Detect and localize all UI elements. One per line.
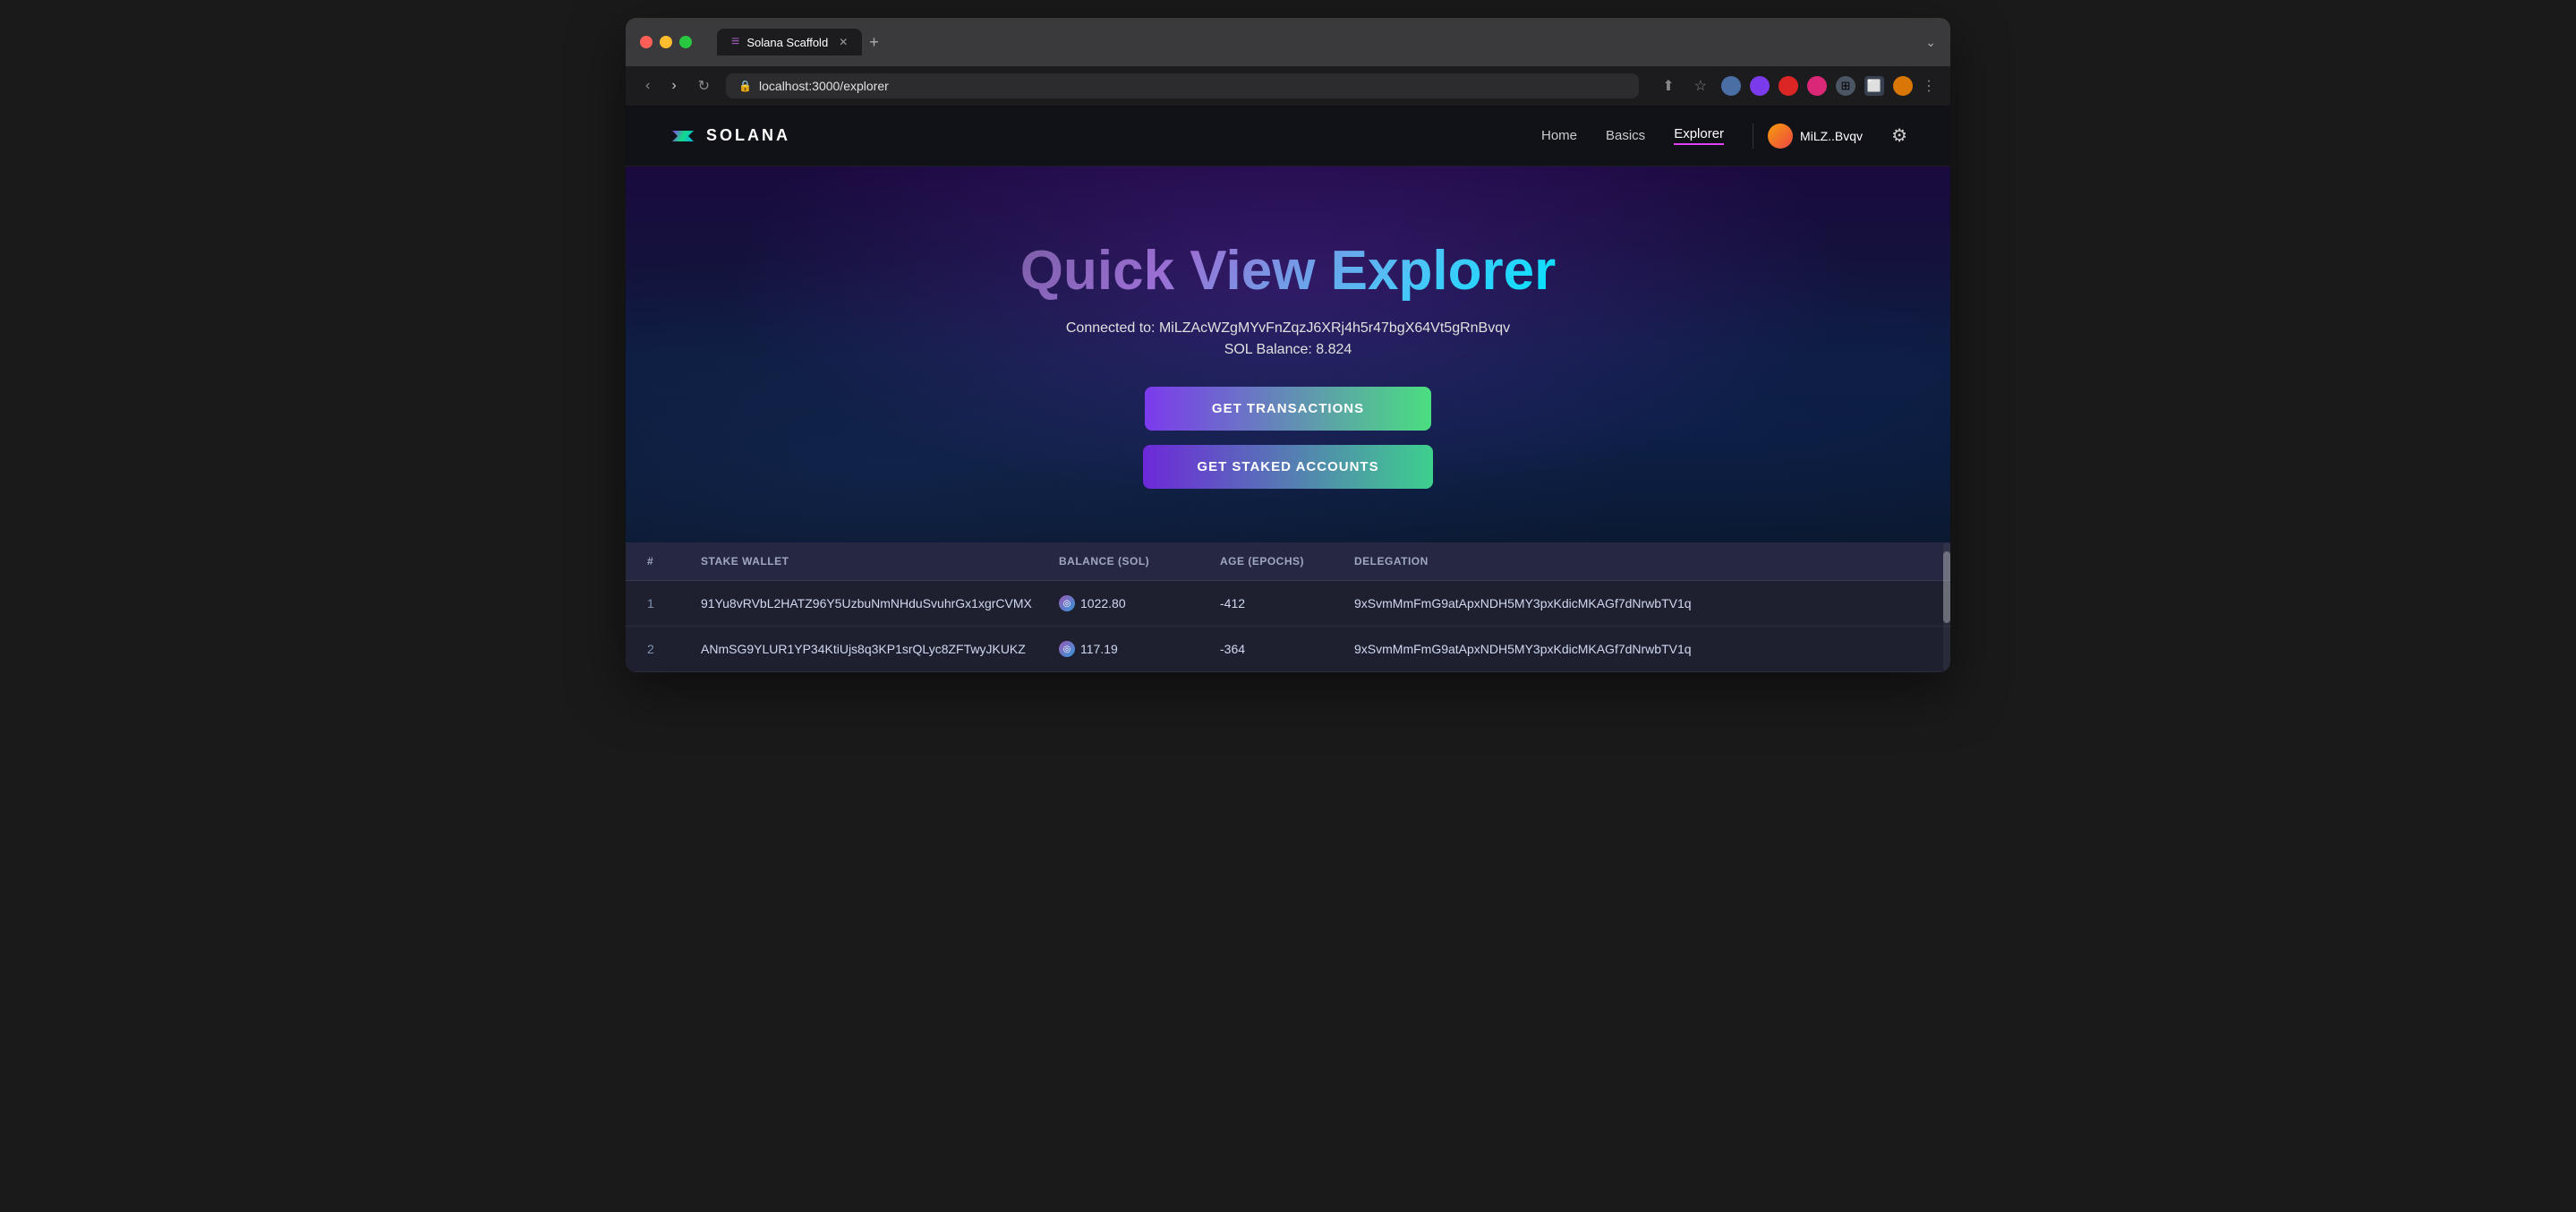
forward-button[interactable]: › (666, 74, 681, 98)
nav-basics[interactable]: Basics (1606, 128, 1645, 143)
balance-icon-1: ◎ (1059, 595, 1075, 611)
table-header: # STAKE WALLET BALANCE (SOL) AGE (EPOCHS… (626, 542, 1950, 581)
extension-icon-pink[interactable] (1807, 76, 1827, 96)
app-content: SOLANA Home Basics Explorer MiLZ..Bvqv ⚙… (626, 106, 1950, 672)
close-button[interactable] (640, 36, 653, 48)
row1-age: -412 (1220, 596, 1354, 610)
col-header-age: AGE (EPOCHS) (1220, 555, 1354, 568)
solana-brand-text: SOLANA (706, 126, 790, 145)
reload-button[interactable]: ↻ (693, 73, 715, 98)
row2-num: 2 (647, 642, 701, 656)
table-wrapper: # STAKE WALLET BALANCE (SOL) AGE (EPOCHS… (626, 542, 1950, 672)
more-options-icon[interactable]: ⋮ (1922, 77, 1936, 95)
table-row: 2 ANmSG9YLUR1YP34KtiUjs8q3KP1srQLyc8ZFTw… (626, 627, 1950, 672)
browser-actions: ⬆ ☆ ⊞ ⬜ ⋮ (1657, 73, 1936, 98)
row2-age: -364 (1220, 642, 1354, 656)
settings-icon[interactable]: ⚙ (1891, 124, 1907, 147)
solana-logo-icon (669, 122, 697, 150)
row2-balance-value: 117.19 (1080, 642, 1118, 656)
wallet-avatar (1768, 124, 1793, 149)
row2-delegation: 9xSvmMmFmG9atApxNDH5MY3pxKdicMKAGf7dNrwb… (1354, 642, 1929, 656)
nav-wallet: MiLZ..Bvqv (1753, 124, 1877, 149)
row2-balance: ◎ 117.19 (1059, 641, 1220, 657)
wallet-address-label: MiLZ..Bvqv (1800, 129, 1863, 143)
scrollbar-track[interactable] (1943, 542, 1950, 672)
tab-favicon: ≡ (731, 34, 739, 50)
data-table: # STAKE WALLET BALANCE (SOL) AGE (EPOCHS… (626, 542, 1950, 672)
security-icon: 🔒 (738, 80, 752, 92)
nav-links: Home Basics Explorer (1541, 126, 1724, 145)
tab-close-icon[interactable]: ✕ (839, 36, 848, 48)
connected-address: Connected to: MiLZAcWZgMYvFnZqzJ6XRj4h5r… (1066, 320, 1510, 337)
col-header-wallet: STAKE WALLET (701, 555, 1059, 568)
row1-wallet: 91Yu8vRVbL2HATZ96Y5UzbuNmNHduSvuhrGx1xgr… (701, 596, 1059, 610)
tab-bar: ≡ Solana Scaffold ✕ + (717, 29, 1915, 55)
active-tab[interactable]: ≡ Solana Scaffold ✕ (717, 29, 862, 55)
hero-title: Quick View Explorer (1020, 239, 1556, 303)
get-transactions-button[interactable]: GET TRANSACTIONS (1145, 387, 1431, 431)
new-tab-button[interactable]: + (869, 33, 879, 52)
url-display: localhost:3000/explorer (759, 79, 889, 93)
app-nav: SOLANA Home Basics Explorer MiLZ..Bvqv ⚙ (626, 106, 1950, 166)
extension-icon-red[interactable] (1778, 76, 1798, 96)
extension-icon-blue[interactable] (1721, 76, 1741, 96)
row1-num: 1 (647, 596, 701, 610)
row1-delegation: 9xSvmMmFmG9atApxNDH5MY3pxKdicMKAGf7dNrwb… (1354, 596, 1929, 610)
nav-home[interactable]: Home (1541, 128, 1577, 143)
extension-icon-sq[interactable]: ⬜ (1864, 76, 1884, 96)
row1-balance: ◎ 1022.80 (1059, 595, 1220, 611)
sol-balance: SOL Balance: 8.824 (1224, 342, 1352, 358)
nav-explorer[interactable]: Explorer (1674, 126, 1724, 145)
bookmark-button[interactable]: ☆ (1689, 73, 1712, 98)
col-header-balance: BALANCE (SOL) (1059, 555, 1220, 568)
traffic-lights (640, 36, 692, 48)
table-row: 1 91Yu8vRVbL2HATZ96Y5UzbuNmNHduSvuhrGx1x… (626, 581, 1950, 627)
minimize-button[interactable] (660, 36, 672, 48)
back-button[interactable]: ‹ (640, 74, 655, 98)
get-staked-accounts-button[interactable]: GET STAKED ACCOUNTS (1143, 445, 1432, 489)
col-header-delegation: DELEGATION (1354, 555, 1929, 568)
browser-toolbar: ‹ › ↻ 🔒 localhost:3000/explorer ⬆ ☆ ⊞ ⬜ … (626, 66, 1950, 106)
maximize-button[interactable] (679, 36, 692, 48)
expand-icon[interactable]: ⌄ (1925, 35, 1936, 50)
solana-logo: SOLANA (669, 122, 790, 150)
extension-icon-puzzle[interactable]: ⊞ (1836, 76, 1855, 96)
row1-balance-value: 1022.80 (1080, 596, 1126, 610)
scrollbar-thumb[interactable] (1943, 551, 1950, 623)
row2-wallet: ANmSG9YLUR1YP34KtiUjs8q3KP1srQLyc8ZFTwyJ… (701, 642, 1059, 656)
balance-icon-2: ◎ (1059, 641, 1075, 657)
share-button[interactable]: ⬆ (1657, 73, 1679, 98)
hero-section: Quick View Explorer Connected to: MiLZAc… (626, 166, 1950, 542)
browser-profile-avatar[interactable] (1893, 76, 1913, 96)
tab-title: Solana Scaffold (746, 36, 828, 49)
address-bar[interactable]: 🔒 localhost:3000/explorer (726, 73, 1639, 98)
col-header-num: # (647, 555, 701, 568)
browser-titlebar: ≡ Solana Scaffold ✕ + ⌄ (626, 18, 1950, 66)
extension-icon-purple[interactable] (1750, 76, 1770, 96)
